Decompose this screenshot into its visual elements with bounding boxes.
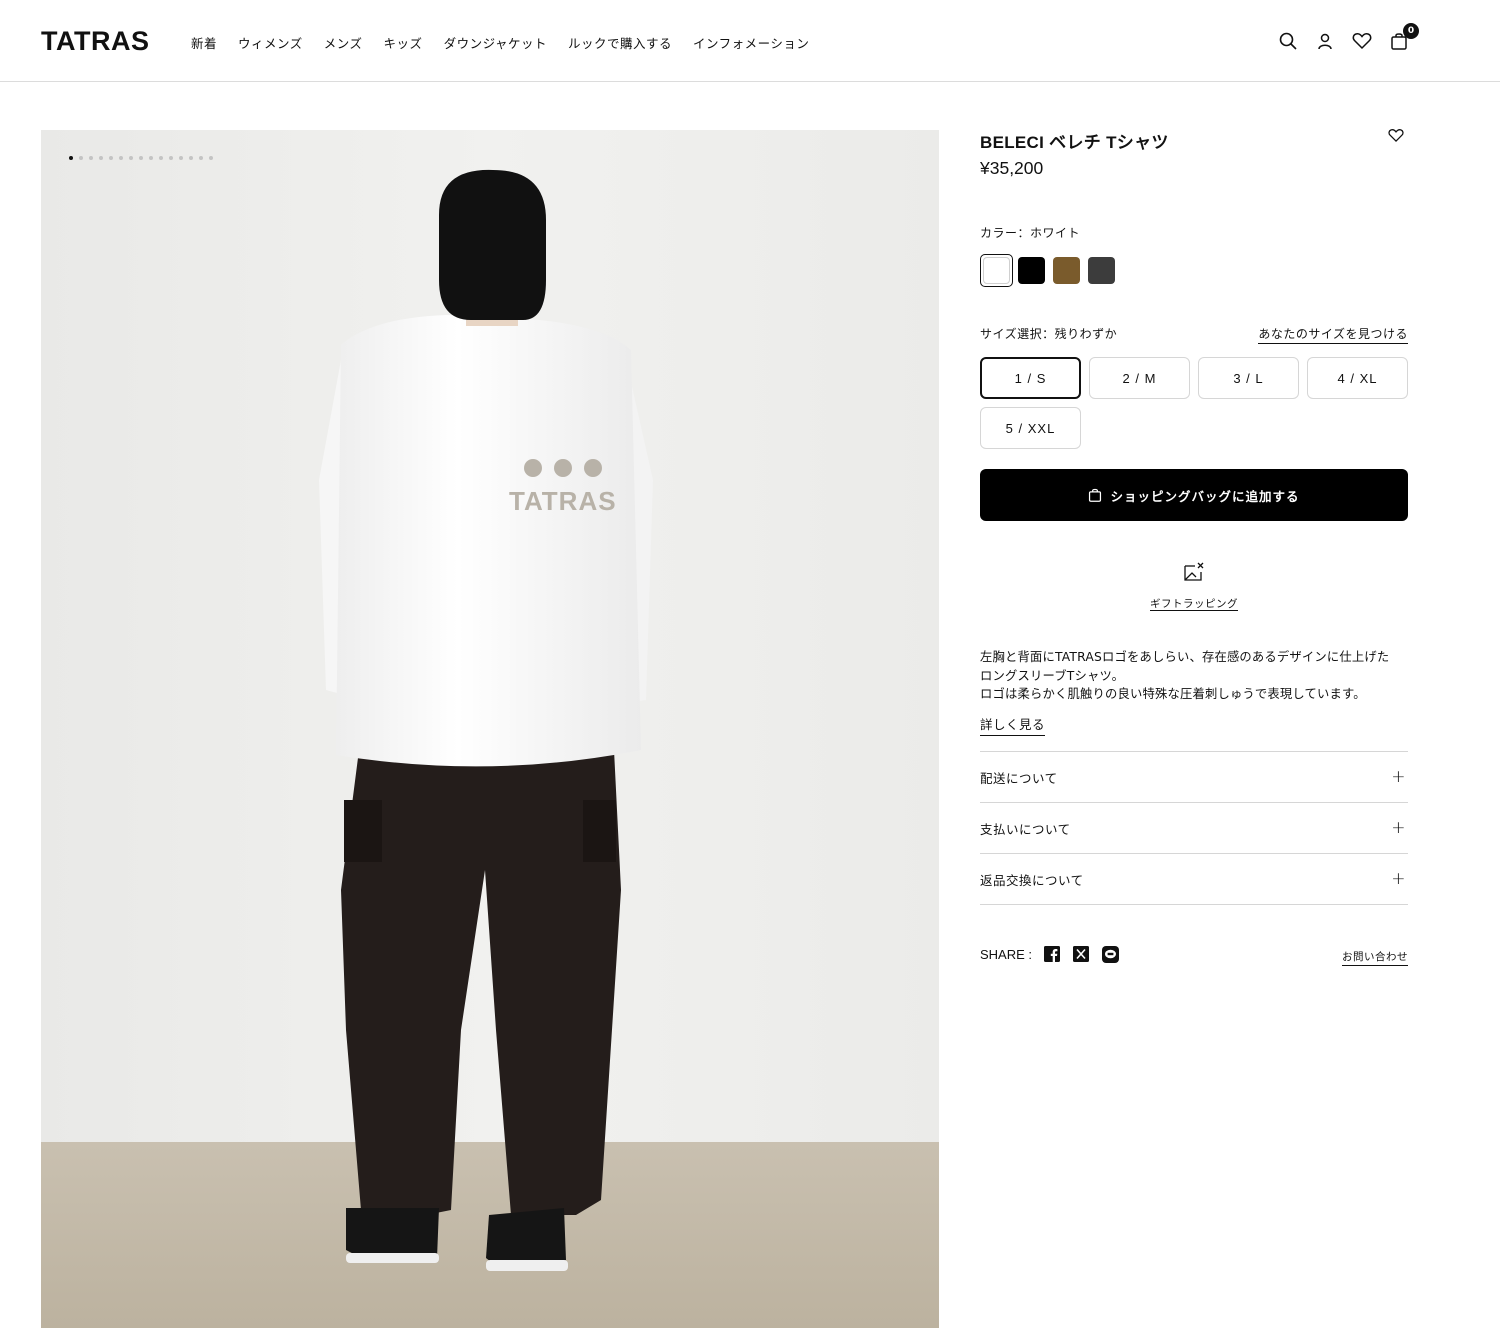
facebook-icon[interactable]	[1044, 946, 1061, 963]
gallery-pagination	[69, 156, 213, 160]
product-price: ¥35,200	[980, 158, 1044, 178]
gallery-dot[interactable]	[199, 156, 203, 160]
shopping-bag-icon	[1089, 488, 1102, 502]
search-icon[interactable]	[1276, 29, 1300, 53]
size-option-4-xl[interactable]: 4 / XL	[1307, 357, 1408, 399]
color-swatch-fill	[983, 257, 1010, 284]
cart-count-badge: 0	[1403, 23, 1419, 39]
contact-link[interactable]: お問い合わせ	[1342, 949, 1408, 966]
site-logo[interactable]: TATRAS	[41, 26, 149, 57]
gallery-dot[interactable]	[79, 156, 83, 160]
line-icon[interactable]	[1102, 946, 1120, 963]
product-image-gallery[interactable]: TATRAS	[41, 130, 939, 1328]
gallery-dot[interactable]	[99, 156, 103, 160]
gallery-dot[interactable]	[109, 156, 113, 160]
main-nav: 新着 ウィメンズ メンズ キッズ ダウンジャケット ルックで購入する インフォメ…	[191, 33, 830, 52]
accordion-shipping[interactable]: 配送について +	[980, 751, 1408, 802]
size-label: サイズ選択：残りわずか	[980, 327, 1118, 341]
gallery-dot[interactable]	[149, 156, 153, 160]
nav-item-mens[interactable]: メンズ	[324, 33, 363, 52]
description-line: 左胸と背面にTATRASロゴをあしらい、存在感のあるデザインに仕上げた	[980, 650, 1390, 664]
size-guide-link[interactable]: あなたのサイズを見つける	[1258, 325, 1408, 344]
add-to-bag-button[interactable]: ショッピングバッグに追加する	[980, 469, 1408, 521]
x-twitter-icon[interactable]	[1073, 946, 1090, 963]
color-swatch-brown[interactable]	[1053, 257, 1080, 284]
gift-wrapping: ギフトラッピング	[980, 560, 1408, 611]
accordion-returns-label: 返品交換について	[980, 872, 1084, 888]
account-icon[interactable]	[1313, 29, 1337, 53]
gallery-dot[interactable]	[89, 156, 93, 160]
color-swatch-black[interactable]	[1018, 257, 1045, 284]
shopping-bag-icon[interactable]: 0	[1387, 23, 1419, 53]
plus-icon: +	[1391, 767, 1406, 787]
gallery-dot[interactable]	[119, 156, 123, 160]
gallery-dot[interactable]	[139, 156, 143, 160]
gift-wrap-icon[interactable]	[1182, 560, 1206, 584]
plus-icon: +	[1391, 869, 1406, 889]
product-description: 左胸と背面にTATRASロゴをあしらい、存在感のあるデザインに仕上げた ロングス…	[980, 648, 1408, 704]
nav-item-womens[interactable]: ウィメンズ	[238, 33, 303, 52]
size-option-5-xxl[interactable]: 5 / XXL	[980, 407, 1081, 449]
color-swatches	[980, 254, 1123, 287]
gallery-dot[interactable]	[69, 156, 73, 160]
product-photo: TATRAS	[41, 130, 939, 1328]
size-option-2-m[interactable]: 2 / M	[1089, 357, 1190, 399]
nav-item-shop-the-look[interactable]: ルックで購入する	[568, 33, 672, 52]
size-option-1-s[interactable]: 1 / S	[980, 357, 1081, 399]
plus-icon: +	[1391, 818, 1406, 838]
gift-wrapping-link[interactable]: ギフトラッピング	[980, 596, 1408, 611]
nav-item-new[interactable]: 新着	[191, 33, 217, 52]
gallery-dot[interactable]	[129, 156, 133, 160]
add-to-bag-label: ショッピングバッグに追加する	[1110, 488, 1300, 504]
gallery-dot[interactable]	[159, 156, 163, 160]
size-option-3-l[interactable]: 3 / L	[1198, 357, 1299, 399]
accordion-payment-label: 支払いについて	[980, 821, 1071, 837]
color-label: カラー：ホワイト	[980, 226, 1081, 240]
wishlist-icon[interactable]	[1350, 29, 1374, 53]
share-label: SHARE :	[980, 947, 1033, 962]
product-wishlist-heart-icon[interactable]	[1388, 128, 1408, 148]
description-line: ロゴは柔らかく肌触りの良い特殊な圧着刺しゅうで表現しています。	[980, 687, 1366, 701]
gallery-dot[interactable]	[209, 156, 213, 160]
accordion-divider	[980, 904, 1408, 905]
site-header: TATRAS 新着 ウィメンズ メンズ キッズ ダウンジャケット ルックで購入す…	[0, 0, 1500, 82]
shirt-print-text: TATRAS	[509, 486, 617, 516]
nav-item-down-jacket[interactable]: ダウンジャケット	[444, 33, 547, 52]
description-line: ロングスリーブTシャツ。	[980, 668, 1125, 683]
accordion-returns[interactable]: 返品交換について +	[980, 853, 1408, 904]
gallery-dot[interactable]	[179, 156, 183, 160]
read-more-link[interactable]: 詳しく見る	[980, 714, 1046, 736]
header-icons: 0	[1276, 23, 1424, 53]
accordion-shipping-label: 配送について	[980, 770, 1058, 786]
color-swatch-gray[interactable]	[1088, 257, 1115, 284]
color-swatch-white[interactable]	[980, 254, 1013, 287]
gallery-dot[interactable]	[189, 156, 193, 160]
share-row: SHARE :	[980, 946, 1131, 963]
nav-item-information[interactable]: インフォメーション	[693, 33, 809, 52]
gallery-dot[interactable]	[169, 156, 173, 160]
product-title: BELECI ベレチ Tシャツ	[980, 133, 1169, 152]
nav-item-kids[interactable]: キッズ	[384, 33, 423, 52]
accordion-payment[interactable]: 支払いについて +	[980, 802, 1408, 853]
